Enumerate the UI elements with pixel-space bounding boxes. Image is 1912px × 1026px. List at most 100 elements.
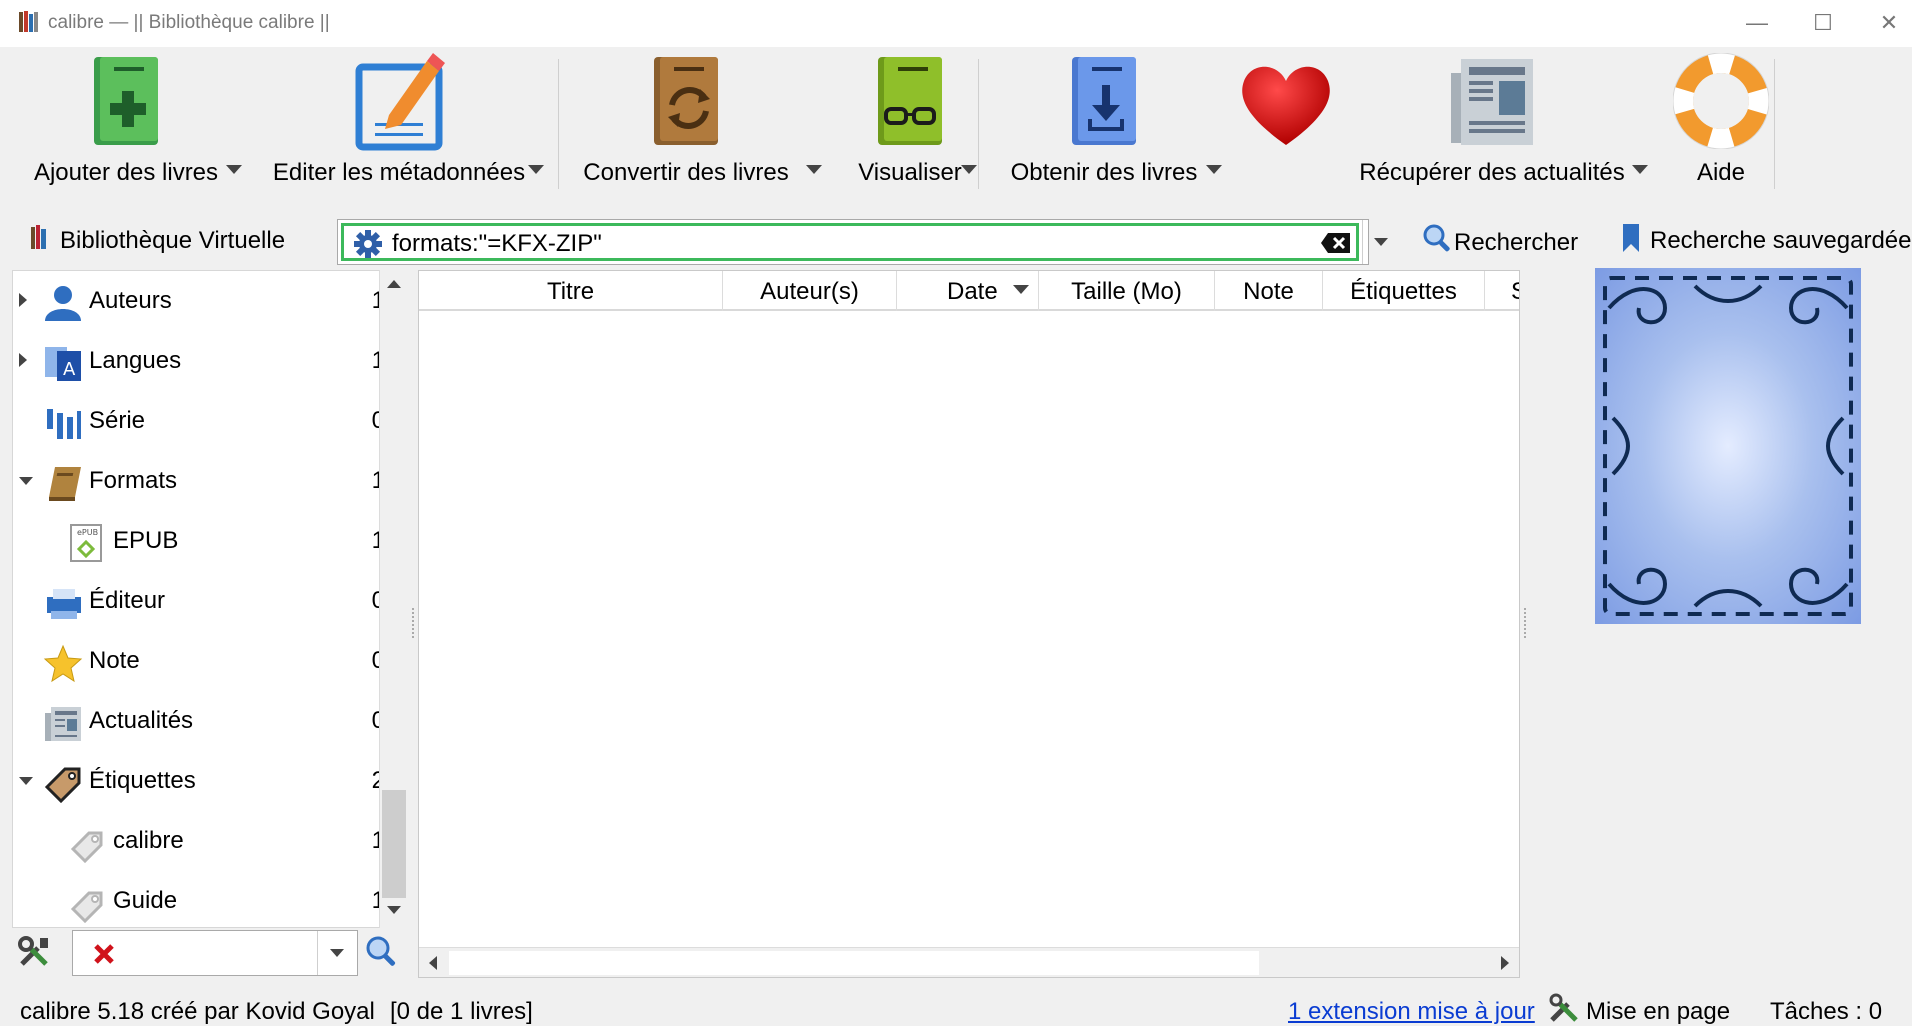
- fetch-news-dropdown[interactable]: [1632, 165, 1648, 174]
- tag-item-guide[interactable]: Guide 1: [13, 871, 385, 927]
- scrollbar-thumb[interactable]: [382, 790, 406, 898]
- donate-button[interactable]: [1234, 47, 1338, 197]
- get-books-icon: [1072, 57, 1136, 145]
- heart-icon: [1242, 66, 1330, 145]
- edit-metadata-icon: [355, 53, 445, 151]
- fetch-news-button[interactable]: Récupérer des actualités: [1354, 47, 1630, 197]
- saved-search-button[interactable]: Recherche sauvegardée: [1618, 215, 1912, 259]
- filter-dropdown-arrow[interactable]: [330, 949, 344, 957]
- search-query: formats:"=KFX-ZIP": [392, 230, 602, 257]
- view-dropdown[interactable]: [961, 165, 977, 174]
- newspaper-icon: [1451, 59, 1533, 145]
- book-list[interactable]: Titre Auteur(s) Date Taille (Mo) Note Ét…: [418, 270, 1520, 978]
- convert-books-button[interactable]: Convertir des livres: [576, 47, 796, 197]
- tag-category-series[interactable]: Série 0: [13, 391, 385, 451]
- column-header-tags[interactable]: Étiquettes: [1323, 271, 1485, 311]
- add-books-label: Ajouter des livres: [33, 159, 219, 186]
- edit-metadata-dropdown[interactable]: [528, 165, 544, 174]
- search-combobox[interactable]: formats:"=KFX-ZIP": [337, 219, 1388, 265]
- column-header-date-label: Date: [947, 278, 998, 305]
- tag-label: Éditeur: [89, 587, 166, 614]
- maximize-button[interactable]: ☐: [1803, 8, 1843, 38]
- collapse-arrow-icon[interactable]: [19, 777, 33, 785]
- edit-metadata-label: Editer les métadonnées: [272, 159, 526, 186]
- expand-arrow-icon[interactable]: [19, 293, 27, 307]
- status-bar: calibre 5.18 créé par Kovid Goyal [0 de …: [0, 993, 1912, 1025]
- get-books-button[interactable]: Obtenir des livres: [996, 47, 1212, 197]
- series-icon: [47, 409, 81, 439]
- cover-ornament: [1603, 276, 1853, 616]
- clear-search-icon[interactable]: [1320, 232, 1352, 254]
- splitter-handle[interactable]: [1524, 608, 1527, 638]
- convert-books-label: Convertir des livres: [583, 159, 789, 186]
- tag-category-languages[interactable]: A Langues 1: [13, 331, 385, 391]
- collapse-arrow-icon[interactable]: [19, 477, 33, 485]
- column-header-authors[interactable]: Auteur(s): [723, 271, 897, 311]
- virtual-library-button[interactable]: Bibliothèque Virtuelle: [20, 215, 320, 259]
- column-header-rating[interactable]: Note: [1215, 271, 1323, 311]
- magnifier-icon: [1423, 224, 1450, 252]
- tag-category-formats[interactable]: Formats 1: [13, 451, 385, 511]
- scroll-down-arrow-icon[interactable]: [387, 906, 401, 914]
- scroll-right-arrow-icon[interactable]: [1501, 956, 1509, 970]
- tag-category-tags[interactable]: Étiquettes 2: [13, 751, 385, 811]
- column-header-title[interactable]: Titre: [419, 271, 723, 311]
- tag-browser-scrollbar[interactable]: [379, 270, 408, 928]
- tag-item-epub[interactable]: ePUB EPUB 1: [13, 511, 385, 571]
- tag-category-rating[interactable]: Note 0: [13, 631, 385, 691]
- scroll-up-arrow-icon[interactable]: [387, 280, 401, 288]
- splitter-handle[interactable]: [412, 608, 415, 638]
- column-header-size[interactable]: Taille (Mo): [1039, 271, 1215, 311]
- tag-browser-footer: [12, 928, 408, 978]
- tag-label: Langues: [89, 347, 182, 374]
- convert-books-dropdown[interactable]: [806, 165, 822, 174]
- horizontal-scrollbar[interactable]: [419, 947, 1519, 977]
- scroll-left-arrow-icon[interactable]: [429, 956, 437, 970]
- publisher-icon: [47, 589, 81, 619]
- language-icon: A: [45, 347, 81, 381]
- help-button[interactable]: Aide: [1650, 47, 1792, 197]
- toolbar-separator: [558, 59, 559, 189]
- expand-arrow-icon[interactable]: [19, 353, 27, 367]
- toolbar-separator: [978, 59, 979, 189]
- svg-text:ePUB: ePUB: [77, 528, 98, 537]
- lifebuoy-icon: [1673, 53, 1769, 149]
- clear-filter-icon[interactable]: [93, 943, 115, 965]
- tag-category-news[interactable]: Actualités 0: [13, 691, 385, 751]
- edit-metadata-button[interactable]: Editer les métadonnées: [262, 47, 536, 197]
- book-icon: [49, 467, 81, 501]
- tools-icon[interactable]: [16, 934, 52, 970]
- tag-small-icon: [70, 831, 103, 863]
- search-history-dropdown[interactable]: [1374, 238, 1388, 246]
- tag-label: Guide: [113, 887, 178, 914]
- tag-category-publisher[interactable]: Éditeur 0: [13, 571, 385, 631]
- news-icon: [45, 707, 81, 741]
- column-header-series[interactable]: S: [1485, 271, 1519, 311]
- title-bar: calibre — || Bibliothèque calibre || — ☐…: [0, 0, 1912, 47]
- close-button[interactable]: ✕: [1869, 8, 1909, 38]
- tag-label: Série: [89, 407, 146, 434]
- view-button[interactable]: Visualiser: [830, 47, 990, 197]
- scrollbar-thumb[interactable]: [449, 951, 1259, 975]
- tag-category-authors[interactable]: Auteurs 1: [13, 271, 385, 331]
- search-button-label: Rechercher: [1454, 229, 1579, 256]
- add-books-dropdown[interactable]: [226, 165, 242, 174]
- tag-item-calibre[interactable]: calibre 1: [13, 811, 385, 871]
- bookmark-icon: [1623, 224, 1639, 252]
- star-icon: [43, 644, 83, 683]
- tag-filter-combobox[interactable]: [72, 930, 358, 976]
- help-label: Aide: [1696, 159, 1746, 186]
- gear-icon[interactable]: [354, 230, 382, 258]
- find-icon[interactable]: [364, 934, 398, 968]
- book-cover-preview[interactable]: [1595, 268, 1861, 624]
- get-books-dropdown[interactable]: [1206, 165, 1222, 174]
- toolbar-separator: [1774, 59, 1775, 189]
- library-icon: [31, 225, 46, 249]
- search-input[interactable]: formats:"=KFX-ZIP": [341, 223, 1359, 261]
- svg-text:A: A: [63, 359, 76, 380]
- search-button[interactable]: Rechercher: [1418, 215, 1588, 259]
- minimize-button[interactable]: —: [1737, 8, 1777, 38]
- add-books-button[interactable]: Ajouter des livres: [24, 47, 228, 197]
- add-book-icon: [94, 57, 158, 145]
- view-glasses-icon: [878, 57, 942, 145]
